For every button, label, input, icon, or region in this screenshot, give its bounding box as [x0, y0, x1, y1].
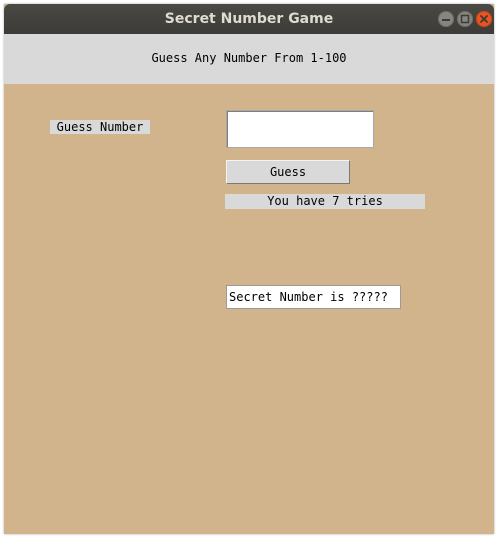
maximize-button[interactable]: [457, 11, 473, 27]
window-title: Secret Number Game: [164, 11, 334, 27]
guess-number-label: Guess Number: [50, 120, 150, 134]
close-button[interactable]: [476, 11, 492, 27]
minimize-icon: [442, 19, 450, 21]
header-banner: Guess Any Number From 1-100: [4, 34, 494, 84]
minimize-button[interactable]: [438, 11, 454, 27]
instructions-text: Guess Any Number From 1-100: [151, 51, 347, 65]
maximize-icon: [460, 14, 470, 24]
close-icon: [480, 15, 488, 23]
tries-remaining-label: You have 7 tries: [225, 194, 425, 209]
guess-input[interactable]: [226, 110, 374, 148]
app-window: Secret Number Game Guess Any Number From…: [4, 4, 494, 534]
title-bar[interactable]: Secret Number Game: [4, 4, 494, 34]
secret-number-display: Secret Number is ?????: [226, 285, 401, 309]
guess-button[interactable]: Guess: [226, 160, 350, 184]
